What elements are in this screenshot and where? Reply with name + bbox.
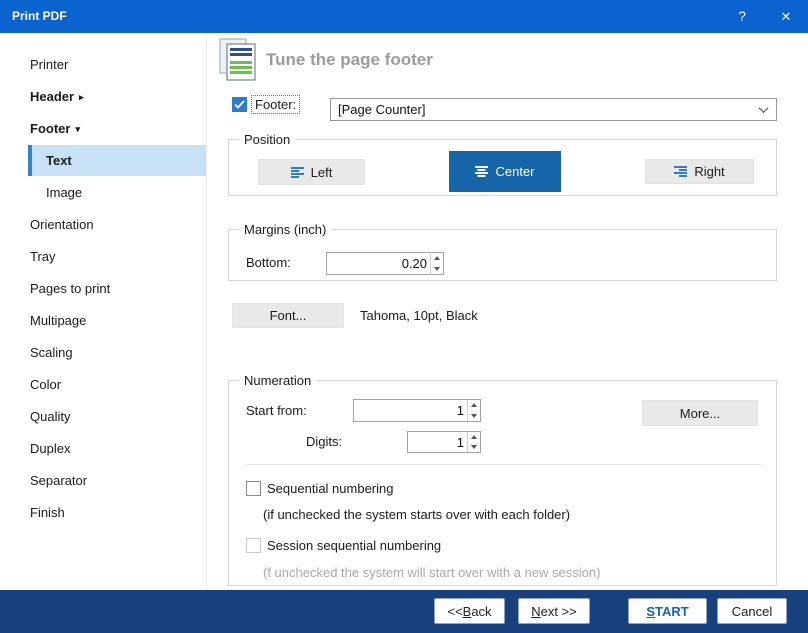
position-group: Position Left Center Right <box>228 139 777 196</box>
digits-spinner <box>467 432 480 452</box>
chevron-down-icon: ▾ <box>75 124 80 134</box>
sidebar-item-header[interactable]: Header ▸ <box>0 81 207 113</box>
position-group-label: Position <box>239 132 295 147</box>
sidebar-item-text[interactable]: Text <box>28 145 206 176</box>
more-button-label: More... <box>680 406 720 421</box>
chevron-right-icon: ▸ <box>79 92 84 102</box>
sequential-numbering-checkbox[interactable] <box>246 481 261 496</box>
spinner-down-icon[interactable] <box>431 264 443 275</box>
tune-footer-icon <box>217 38 259 82</box>
bottom-bar: << Back Next >> START Cancel <box>0 590 808 633</box>
session-sequential-checkbox <box>246 538 261 553</box>
footer-type-dropdown[interactable]: [Page Counter] <box>330 98 777 121</box>
spinner-down-icon[interactable] <box>468 411 480 422</box>
sidebar-item-finish[interactable]: Finish <box>0 497 207 529</box>
align-center-label: Center <box>495 164 534 179</box>
font-button[interactable]: Font... <box>232 303 344 328</box>
sidebar-item-duplex[interactable]: Duplex <box>0 433 207 465</box>
more-button[interactable]: More... <box>642 400 758 426</box>
titlebar: Print PDF ? ✕ <box>0 0 808 33</box>
cancel-button[interactable]: Cancel <box>717 598 787 624</box>
sidebar-item-pages-to-print[interactable]: Pages to print <box>0 273 207 305</box>
close-icon[interactable]: ✕ <box>764 0 808 33</box>
dropdown-value: [Page Counter] <box>338 102 425 117</box>
align-left-button[interactable]: Left <box>258 159 365 185</box>
page-title: Tune the page footer <box>266 50 433 70</box>
start-from-input[interactable] <box>354 400 467 421</box>
spinner-up-icon[interactable] <box>431 253 443 264</box>
bottom-margin-input[interactable] <box>327 253 430 274</box>
sidebar-item-separator[interactable]: Separator <box>0 465 207 497</box>
session-sequential-label: Session sequential numbering <box>267 538 441 553</box>
sidebar-item-label: Header <box>30 89 74 104</box>
session-sequential-note: (f unchecked the system will start over … <box>263 565 600 581</box>
align-right-icon <box>674 166 687 177</box>
numeration-group: Numeration Start from: More... Digits: <box>228 380 777 586</box>
align-right-label: Right <box>694 164 724 179</box>
align-left-icon <box>291 167 304 178</box>
check-icon <box>234 100 245 109</box>
bottom-margin-label: Bottom: <box>246 255 291 271</box>
font-button-label: Font... <box>270 308 307 323</box>
sidebar-item-printer[interactable]: Printer <box>0 49 207 81</box>
spinner-up-icon[interactable] <box>468 400 480 411</box>
next-button[interactable]: Next >> <box>518 598 590 624</box>
sequential-numbering-label[interactable]: Sequential numbering <box>267 481 393 496</box>
sidebar-item-color[interactable]: Color <box>0 369 207 401</box>
align-right-button[interactable]: Right <box>645 159 754 184</box>
sidebar-item-label: Footer <box>30 121 70 136</box>
sidebar-item-image[interactable]: Image <box>0 177 207 209</box>
start-from-field <box>353 399 481 422</box>
align-left-label: Left <box>311 165 333 180</box>
spinner-down-icon[interactable] <box>468 442 480 452</box>
footer-checkbox[interactable] <box>232 97 247 112</box>
chevron-down-icon <box>759 103 769 113</box>
bottom-margin-spinner <box>430 253 443 274</box>
sidebar-item-orientation[interactable]: Orientation <box>0 209 207 241</box>
align-center-button[interactable]: Center <box>449 151 561 192</box>
help-icon[interactable]: ? <box>720 0 764 33</box>
sidebar-item-footer[interactable]: Footer ▾ <box>0 113 207 145</box>
sidebar-item-multipage[interactable]: Multipage <box>0 305 207 337</box>
sidebar-item-label: Text <box>46 153 72 168</box>
print-pdf-dialog: Print PDF ? ✕ Printer Header ▸ Footer ▾ Te… <box>0 0 808 633</box>
spinner-up-icon[interactable] <box>468 432 480 442</box>
sidebar-item-tray[interactable]: Tray <box>0 241 207 273</box>
numeration-group-label: Numeration <box>239 373 316 388</box>
align-center-icon <box>475 166 488 177</box>
digits-input[interactable] <box>408 432 467 452</box>
margins-group-label: Margins (inch) <box>239 222 331 237</box>
bottom-margin-field <box>326 252 444 275</box>
digits-field <box>407 431 481 453</box>
sidebar-item-quality[interactable]: Quality <box>0 401 207 433</box>
window-title: Print PDF <box>12 0 67 33</box>
sidebar-item-scaling[interactable]: Scaling <box>0 337 207 369</box>
font-description: Tahoma, 10pt, Black <box>360 303 478 328</box>
divider <box>246 464 761 465</box>
start-from-spinner <box>467 400 480 421</box>
back-button[interactable]: << Back <box>434 598 505 624</box>
margins-group: Margins (inch) Bottom: <box>228 229 777 281</box>
selection-accent <box>28 145 32 176</box>
sequential-numbering-note: (if unchecked the system starts over wit… <box>263 507 570 523</box>
start-from-label: Start from: <box>246 403 307 419</box>
footer-checkbox-label[interactable]: Footer: <box>251 95 300 114</box>
sidebar: Printer Header ▸ Footer ▾ Text Image Orien… <box>0 33 207 590</box>
digits-label: Digits: <box>306 434 342 450</box>
main-panel: Tune the page footer Footer: [Page Count… <box>207 33 808 590</box>
start-button[interactable]: START <box>628 598 707 624</box>
